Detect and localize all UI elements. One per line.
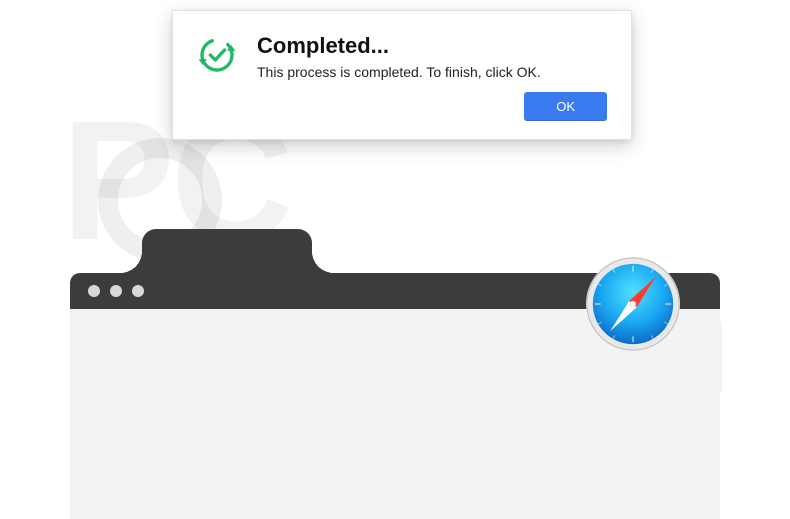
- checkmark-refresh-icon: [197, 35, 237, 75]
- dialog-message: This process is completed. To finish, cl…: [257, 64, 607, 80]
- dialog-title: Completed...: [257, 33, 607, 59]
- completed-dialog: Completed... This process is completed. …: [172, 10, 632, 140]
- browser-tab[interactable]: [142, 229, 312, 273]
- traffic-light-close[interactable]: [88, 285, 100, 297]
- safari-icon: [584, 255, 682, 353]
- ok-button[interactable]: OK: [524, 92, 607, 121]
- traffic-light-zoom[interactable]: [132, 285, 144, 297]
- traffic-light-minimize[interactable]: [110, 285, 122, 297]
